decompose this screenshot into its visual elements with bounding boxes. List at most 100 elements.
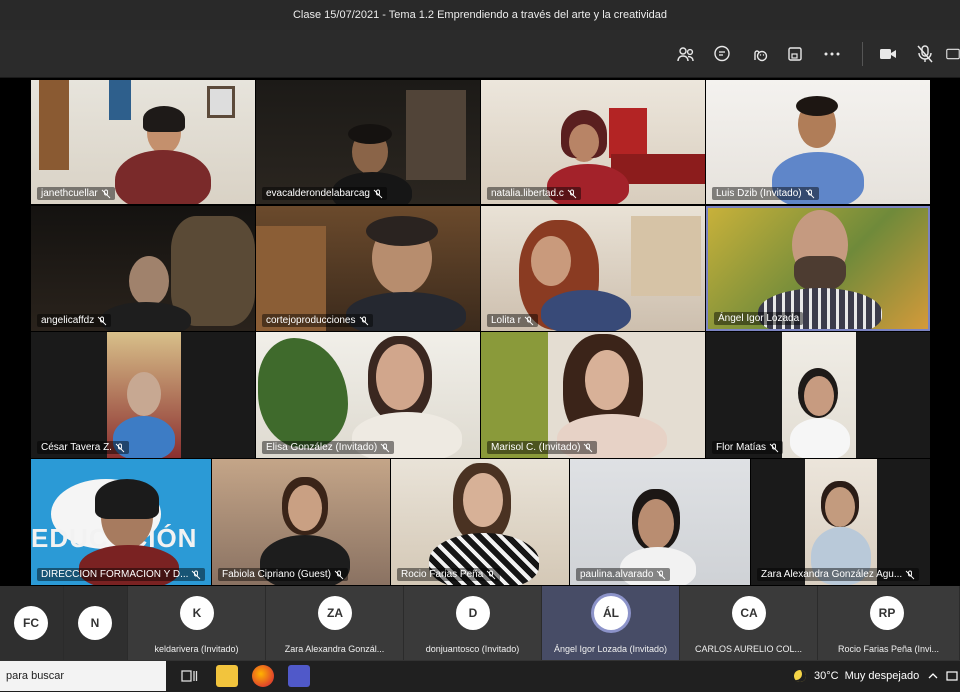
- video-feed: [782, 332, 856, 458]
- task-view-icon[interactable]: [178, 665, 200, 687]
- participant-name: Luis Dzib (Invitado): [712, 187, 819, 200]
- video-tile[interactable]: César Tavera Z.: [31, 332, 255, 458]
- video-tile[interactable]: natalia.libertad.c: [481, 80, 705, 204]
- wall-art: [109, 80, 131, 120]
- camera-icon[interactable]: [876, 42, 900, 66]
- participant-card[interactable]: RP Rocio Farias Peña (Invi...: [818, 586, 960, 660]
- participant-name: Zara Alexandra González Agu...: [757, 568, 920, 581]
- avatar: FC: [14, 606, 48, 640]
- bookshelf: [39, 80, 69, 170]
- video-tile[interactable]: EDUCACIÓN DIRECCION FORMACION Y D...: [31, 459, 211, 585]
- video-tile[interactable]: Elisa González (Invitado): [256, 332, 480, 458]
- video-tile[interactable]: janethcuellar: [31, 80, 255, 204]
- doorway: [406, 90, 466, 180]
- video-tile[interactable]: angelicaffdz: [31, 206, 255, 331]
- moon-icon: [794, 670, 806, 682]
- mic-off-icon: [805, 189, 814, 198]
- mic-off-icon: [524, 316, 534, 325]
- mic-off-icon[interactable]: [913, 42, 937, 66]
- video-tile[interactable]: Ángel Igor Lozada: [706, 206, 930, 331]
- share-tray-icon[interactable]: [783, 42, 807, 66]
- firefox-icon[interactable]: [252, 665, 274, 687]
- avatar: CA: [732, 596, 766, 630]
- participant-name: janethcuellar: [37, 187, 115, 200]
- search-placeholder: para buscar: [6, 670, 65, 682]
- participant-card-name: CARLOS AURELIO COL...: [694, 644, 803, 654]
- toolbar-separator: [862, 42, 863, 66]
- participant-card-name: Zara Alexandra Gonzál...: [284, 644, 385, 654]
- avatar: D: [456, 596, 490, 630]
- video-tile[interactable]: Fabiola Cipriano (Guest): [212, 459, 390, 585]
- picture-frame: [207, 86, 235, 118]
- mic-off-icon: [769, 443, 779, 452]
- participant-name: paulina.alvarado: [576, 568, 671, 581]
- temperature: 30°C: [814, 670, 839, 682]
- participant-name: natalia.libertad.c: [487, 187, 581, 200]
- video-tile[interactable]: Rocio Farias Peña: [391, 459, 569, 585]
- participant-name: cortejoproducciones: [262, 314, 373, 327]
- reactions-icon[interactable]: [747, 42, 771, 66]
- taskbar-search[interactable]: para buscar: [0, 661, 166, 691]
- wall-hanging: [609, 108, 647, 158]
- participant-card-name: keldarivera (Invitado): [154, 644, 239, 654]
- participant-card[interactable]: ZA Zara Alexandra Gonzál...: [266, 586, 404, 660]
- taskbar: para buscar 30°C Muy despejado: [0, 660, 960, 691]
- window-title: Clase 15/07/2021 - Tema 1.2 Emprendiendo…: [292, 9, 668, 21]
- chat-icon[interactable]: [710, 42, 734, 66]
- video-tile[interactable]: Lolita r: [481, 206, 705, 331]
- video-tile[interactable]: Flor Matías: [706, 332, 930, 458]
- avatar: RP: [870, 596, 904, 630]
- meeting-toolbar: [0, 30, 960, 78]
- pinboard: [631, 216, 701, 296]
- chevron-up-icon[interactable]: [928, 661, 938, 691]
- mic-off-icon: [380, 443, 390, 452]
- avatar: K: [180, 596, 214, 630]
- mic-off-icon: [115, 443, 125, 452]
- participant-name: Rocio Farias Peña: [397, 568, 501, 581]
- video-tile[interactable]: evacalderondelabarcag: [256, 80, 480, 204]
- mic-off-icon: [373, 189, 383, 198]
- video-feed: [805, 459, 877, 585]
- plant: [258, 338, 348, 448]
- window-title-bar: Clase 15/07/2021 - Tema 1.2 Emprendiendo…: [0, 0, 960, 30]
- participant-name: César Tavera Z.: [37, 441, 129, 454]
- video-stage: janethcuellar evacalderondelabarcag nata…: [0, 78, 960, 586]
- mic-off-icon: [97, 316, 107, 325]
- avatar: N: [78, 606, 112, 640]
- participant-card-name: Rocio Farias Peña (Invi...: [837, 644, 940, 654]
- people-icon[interactable]: [674, 42, 698, 66]
- mic-off-icon: [334, 570, 344, 579]
- weather-label: Muy despejado: [844, 670, 920, 682]
- participant-name: Elisa González (Invitado): [262, 441, 395, 454]
- mic-off-icon: [486, 570, 496, 579]
- video-feed: [107, 332, 181, 458]
- network-icon[interactable]: [946, 661, 958, 691]
- avatar: ZA: [318, 596, 352, 630]
- mic-off-icon: [192, 570, 201, 579]
- mic-off-icon: [657, 570, 666, 579]
- video-tile[interactable]: Marisol C. (Invitado): [481, 332, 705, 458]
- share-icon[interactable]: [946, 42, 960, 66]
- participant-name: angelicaffdz: [37, 314, 112, 327]
- participant-card[interactable]: FC: [0, 586, 64, 660]
- participant-card[interactable]: K keldarivera (Invitado): [128, 586, 266, 660]
- video-tile[interactable]: paulina.alvarado: [570, 459, 750, 585]
- mic-off-icon: [101, 189, 111, 198]
- participant-name: Fabiola Cipriano (Guest): [218, 568, 348, 581]
- participant-strip: FC N K keldarivera (Invitado) ZA Zara Al…: [0, 586, 960, 660]
- more-icon[interactable]: [820, 42, 844, 66]
- participant-card[interactable]: D donjuantosco (Invitado): [404, 586, 542, 660]
- video-tile[interactable]: cortejoproducciones: [256, 206, 480, 331]
- mic-off-icon: [567, 189, 577, 198]
- file-explorer-icon[interactable]: [216, 665, 238, 687]
- participant-card-name: Ángel Igor Lozada (Invitado): [553, 644, 668, 654]
- participant-name: Ángel Igor Lozada: [714, 312, 804, 325]
- weather-widget[interactable]: 30°C Muy despejado: [794, 661, 919, 691]
- participant-card[interactable]: CA CARLOS AURELIO COL...: [680, 586, 818, 660]
- participant-name: Marisol C. (Invitado): [487, 441, 598, 454]
- participant-card-speaking[interactable]: ÁL Ángel Igor Lozada (Invitado): [542, 586, 680, 660]
- video-tile[interactable]: Zara Alexandra González Agu...: [751, 459, 930, 585]
- participant-card[interactable]: N: [64, 586, 128, 660]
- teams-icon[interactable]: [288, 665, 310, 687]
- video-tile[interactable]: Luis Dzib (Invitado): [706, 80, 930, 204]
